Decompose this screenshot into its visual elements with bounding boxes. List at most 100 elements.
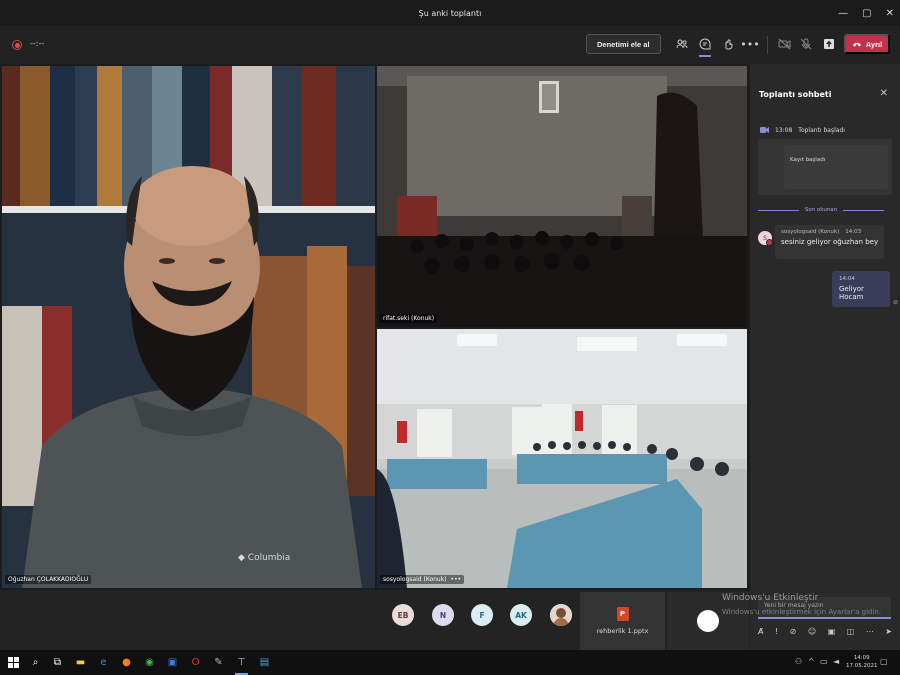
emoji-icon[interactable]: ☺: [808, 627, 816, 636]
meeting-timer: --:--: [30, 39, 45, 48]
minimize-button[interactable]: —: [838, 8, 848, 19]
search-icon[interactable]: ⌕: [28, 655, 43, 670]
edge-icon[interactable]: e: [96, 655, 111, 670]
windows-taskbar: ⌕ ⧉ ▬ e ● ◉ ▣ O ✎ T ▤ ⚇ ^ ▭ ◄ 14:09 17.0…: [0, 650, 900, 675]
app-icon[interactable]: ✎: [211, 655, 226, 670]
camera-off-icon[interactable]: [776, 36, 792, 52]
gif-icon[interactable]: ▣: [828, 627, 836, 636]
participant-avatar-photo[interactable]: [550, 604, 572, 626]
system-text: Toplantı başladı: [798, 126, 845, 134]
chrome-icon[interactable]: ◉: [142, 655, 157, 670]
participant-name: rifat.seki (Konuk): [383, 315, 435, 322]
participant-name-tag: rifat.seki (Konuk): [380, 314, 438, 323]
participant-strip: EB N F AK P rehberlik 1.pptx: [0, 590, 750, 650]
seen-status-icon: ⊘: [893, 299, 899, 306]
network-icon[interactable]: ▭: [820, 657, 828, 666]
participant-video-rifat[interactable]: rifat.seki (Konuk): [377, 66, 747, 327]
classroom-video-image: [377, 66, 747, 327]
reactions-icon[interactable]: [720, 36, 736, 52]
divider-line: [758, 209, 799, 211]
app-icon[interactable]: ▤: [257, 655, 272, 670]
message-time: 14:03: [845, 229, 862, 235]
participant-avatar-f[interactable]: F: [471, 604, 493, 626]
close-window-button[interactable]: ✕: [886, 8, 894, 19]
participant-more-button[interactable]: •••: [451, 576, 462, 583]
avatar-initials: AK: [515, 610, 527, 620]
avatar-initials: N: [439, 610, 447, 620]
chat-message-incoming[interactable]: S sosyologsaid (Konuk) 14:03 sesiniz gel…: [758, 225, 885, 259]
divider-line: [843, 209, 884, 211]
mic-off-icon[interactable]: [798, 36, 814, 52]
powerpoint-icon: P: [616, 607, 629, 621]
avatar-photo-image: [550, 604, 572, 626]
chat-title: Toplantı sohbeti: [759, 90, 832, 99]
attach-icon[interactable]: ⊘: [790, 627, 797, 636]
avatar-initials: F: [479, 610, 485, 620]
participant-name-tag: Oğuzhan ÇOLAKKADIOĞLU: [5, 575, 92, 584]
share-screen-icon[interactable]: [821, 36, 837, 52]
opera-icon[interactable]: O: [188, 655, 203, 670]
message-meta: 14:04: [839, 276, 883, 282]
participant-name-tag: sosyologsaid (Konuk) •••: [380, 575, 465, 584]
task-view-icon[interactable]: ⧉: [50, 655, 65, 670]
more-options-icon[interactable]: ⋯: [866, 627, 874, 636]
participant-avatar-ak[interactable]: AK: [510, 604, 532, 626]
participants-icon[interactable]: [674, 36, 690, 52]
title-bar: Şu anki toplantı — ▢ ✕: [0, 0, 900, 26]
chat-compose-tools: A̸ ! ⊘ ☺ ▣ ◫ ⋯ ➤: [758, 627, 892, 636]
video-stage: ◆ Columbia Oğuzhan ÇOLAKKADIOĞLU rifat.s…: [0, 64, 750, 650]
leave-button[interactable]: Ayrıl: [844, 34, 890, 54]
meeting-chat-panel: Toplantı sohbeti ✕ 13:08 Toplantı başlad…: [750, 64, 900, 650]
clock-time: 14:09: [853, 655, 870, 661]
message-bubble: sosyologsaid (Konuk) 14:03 sesiniz geliy…: [775, 225, 885, 259]
notifications-icon[interactable]: ▢: [880, 657, 888, 666]
system-card: Kayıt başladı: [758, 139, 892, 195]
send-icon[interactable]: ➤: [885, 627, 892, 636]
leave-label: Ayrıl: [865, 39, 883, 49]
chat-message-outgoing[interactable]: 14:04 Geliyor Hocam: [832, 271, 890, 307]
close-icon[interactable]: ✕: [880, 88, 888, 99]
meeting-toolbar: --:-- Denetimi ele al ••• Ayrıl: [0, 26, 900, 64]
participant-avatar-n[interactable]: N: [432, 604, 454, 626]
teams-icon[interactable]: T: [234, 655, 249, 675]
maximize-button[interactable]: ▢: [862, 8, 871, 19]
taskbar-clock[interactable]: 14:09 17.05.2021: [846, 654, 878, 670]
blank-avatar: [697, 610, 719, 632]
sticker-icon[interactable]: ◫: [847, 627, 855, 636]
message-text: Geliyor Hocam: [839, 285, 864, 301]
chat-icon[interactable]: [697, 36, 713, 57]
important-icon[interactable]: !: [775, 627, 778, 636]
system-message: 13:08 Toplantı başladı: [760, 126, 845, 134]
volume-icon[interactable]: ◄: [833, 657, 839, 666]
message-text: sesiniz geliyor oğuzhan bey: [781, 238, 879, 246]
shared-content-tile[interactable]: P rehberlik 1.pptx: [580, 592, 665, 650]
file-explorer-icon[interactable]: ▬: [73, 655, 88, 670]
activation-watermark-text: Windows'u etkinleştirmek için Ayarlar'a …: [722, 608, 882, 616]
shirt-logo-text: ◆ Columbia: [238, 553, 290, 563]
participant-avatar-eb[interactable]: EB: [392, 604, 414, 626]
participant-video-main[interactable]: ◆ Columbia Oğuzhan ÇOLAKKADIOĞLU: [2, 66, 375, 588]
format-icon[interactable]: A̸: [758, 627, 763, 636]
window-title: Şu anki toplantı: [418, 8, 482, 18]
participant-video-sosyologsaid[interactable]: sosyologsaid (Konuk) •••: [377, 329, 747, 588]
participant-name: sosyologsaid (Konuk): [383, 576, 447, 583]
shared-file-name: rehberlik 1.pptx: [596, 627, 649, 635]
message-time: 14:04: [839, 276, 855, 282]
app-icon[interactable]: ▣: [165, 655, 180, 670]
chevron-up-icon[interactable]: ^: [808, 657, 815, 666]
firefox-icon[interactable]: ●: [119, 655, 134, 670]
start-icon[interactable]: [6, 655, 21, 670]
toolbar-divider: [767, 36, 768, 54]
system-time: 13:08: [775, 126, 793, 134]
message-sender: sosyologsaid (Konuk): [781, 229, 840, 235]
take-control-button[interactable]: Denetimi ele al: [586, 34, 661, 54]
people-tray-icon[interactable]: ⚇: [795, 657, 802, 666]
clock-date: 17.05.2021: [846, 663, 878, 669]
recording-started-card: Kayıt başladı: [784, 145, 888, 189]
activation-watermark-title: Windows'u Etkinleştir: [722, 593, 819, 603]
avatar-initials: EB: [397, 610, 409, 620]
last-read-divider: Son okunan: [758, 207, 884, 213]
more-actions-icon[interactable]: •••: [740, 36, 759, 52]
recording-started-text: Kayıt başladı: [790, 157, 826, 163]
meeting-icon: [760, 127, 769, 133]
